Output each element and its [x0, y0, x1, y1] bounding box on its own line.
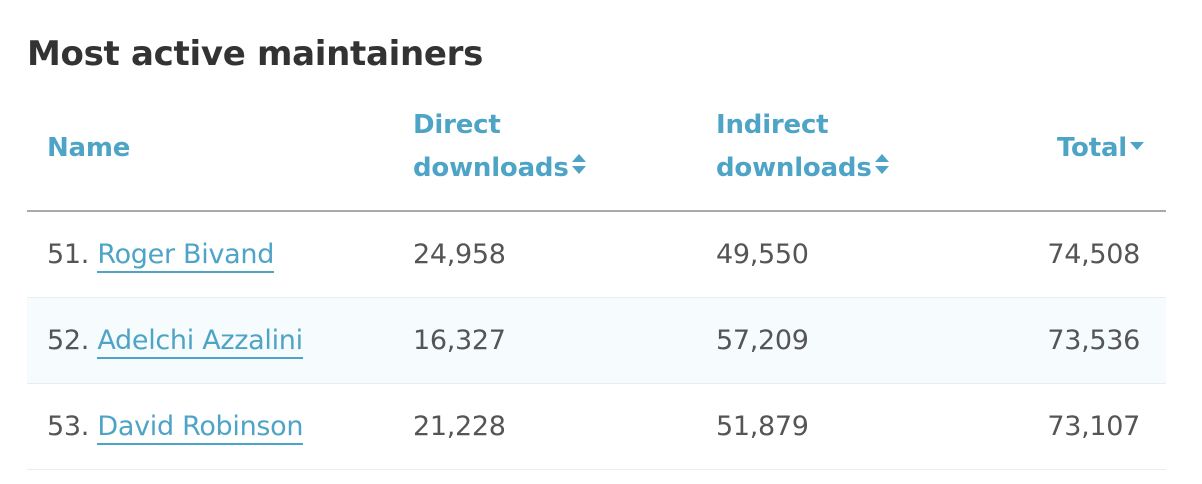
indirect-downloads-cell: 51,879 — [716, 411, 809, 442]
page-title: Most active maintainers — [27, 34, 484, 74]
rank: 51. — [47, 239, 90, 270]
direct-downloads-cell: 21,228 — [413, 411, 506, 442]
table-row: 52. Adelchi Azzalini 16,327 57,209 73,53… — [27, 298, 1166, 384]
column-header-indirect-downloads[interactable]: Indirect downloads — [716, 104, 890, 190]
maintainer-link[interactable]: David Robinson — [97, 411, 304, 445]
page: Most active maintainers Name Direct down… — [0, 0, 1202, 484]
indirect-downloads-cell: 49,550 — [716, 239, 809, 270]
rank: 52. — [47, 325, 90, 356]
column-header-direct-label-line1: Direct — [413, 110, 501, 140]
column-header-total[interactable]: Total — [1057, 127, 1145, 170]
maintainers-table: Name Direct downloads Indirect downloads… — [27, 100, 1166, 470]
direct-downloads-cell: 24,958 — [413, 239, 506, 270]
name-cell: 51. Roger Bivand — [47, 212, 274, 297]
column-header-name[interactable]: Name — [47, 127, 130, 170]
maintainer-link[interactable]: Adelchi Azzalini — [97, 325, 303, 359]
name-cell: 53. David Robinson — [47, 384, 304, 469]
column-header-direct-downloads[interactable]: Direct downloads — [413, 104, 587, 190]
rank: 53. — [47, 411, 90, 442]
maintainer-link[interactable]: Roger Bivand — [97, 239, 274, 273]
sort-descending-icon — [1129, 127, 1145, 170]
total-cell: 73,536 — [1047, 325, 1140, 356]
column-header-indirect-label-line1: Indirect — [716, 110, 829, 140]
column-header-direct-label-line2: downloads — [413, 153, 569, 183]
table-header: Name Direct downloads Indirect downloads… — [27, 100, 1166, 212]
sort-both-icon — [874, 147, 890, 190]
column-header-name-label: Name — [47, 133, 131, 163]
name-cell: 52. Adelchi Azzalini — [47, 298, 303, 383]
table-row: 53. David Robinson 21,228 51,879 73,107 — [27, 384, 1166, 470]
column-header-total-label: Total — [1056, 133, 1127, 163]
total-cell: 74,508 — [1047, 239, 1140, 270]
sort-both-icon — [571, 147, 587, 190]
table-row: 51. Roger Bivand 24,958 49,550 74,508 — [27, 212, 1166, 298]
direct-downloads-cell: 16,327 — [413, 325, 506, 356]
column-header-indirect-label-line2: downloads — [716, 153, 872, 183]
indirect-downloads-cell: 57,209 — [716, 325, 809, 356]
total-cell: 73,107 — [1047, 411, 1140, 442]
